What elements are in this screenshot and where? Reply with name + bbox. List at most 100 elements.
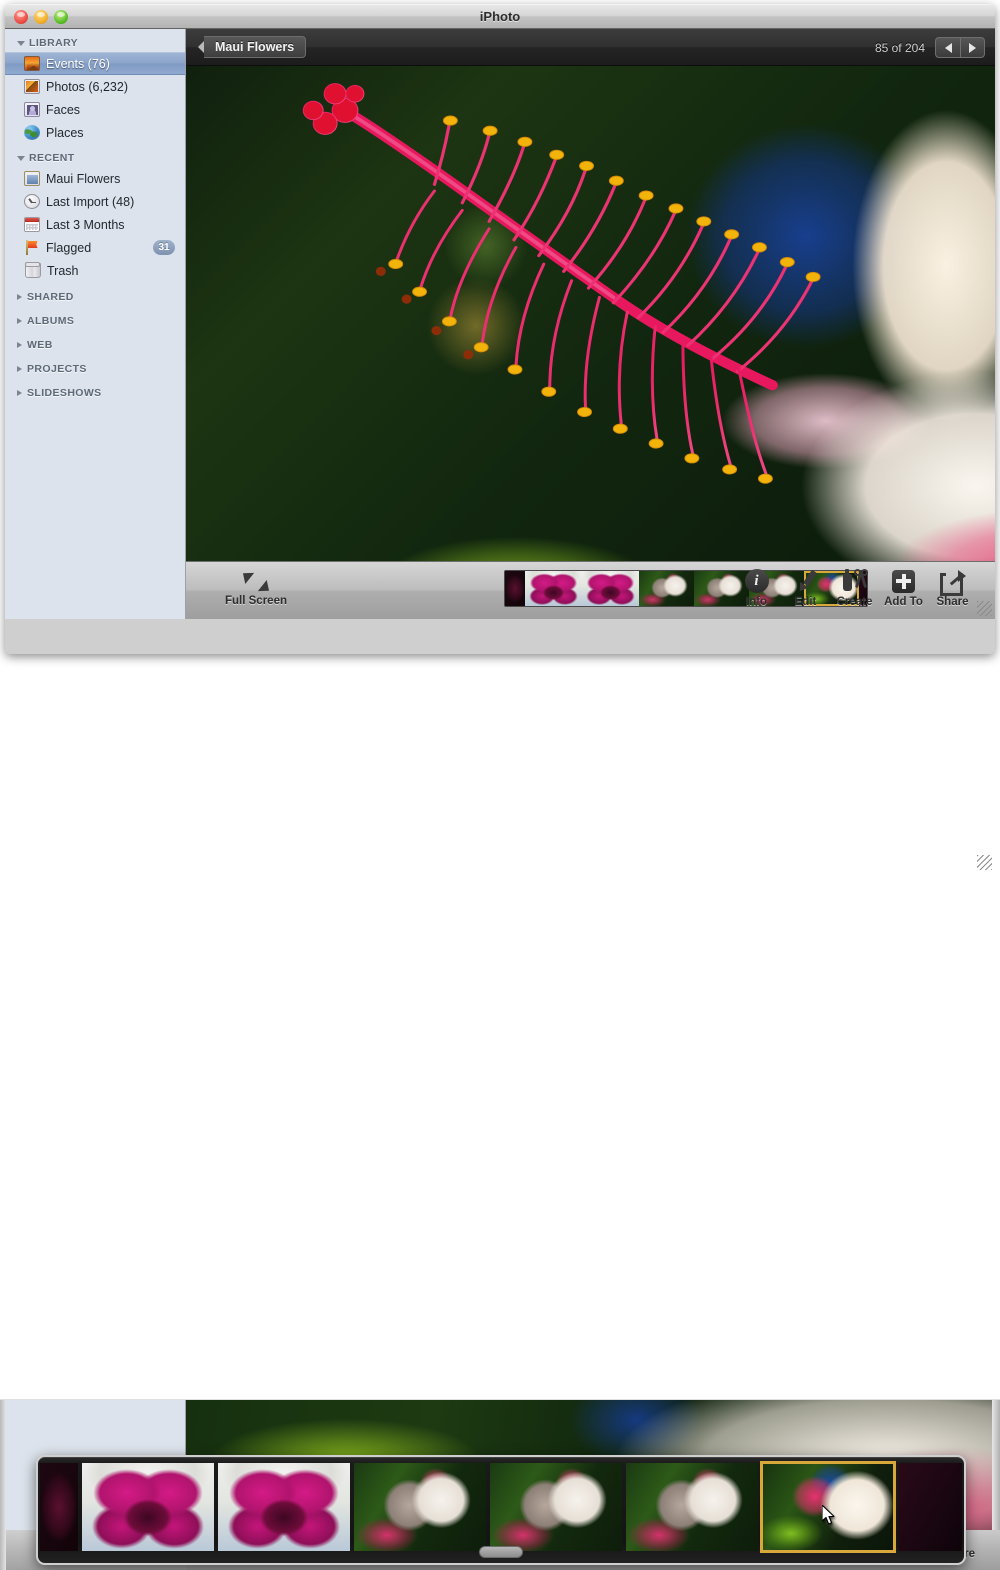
disclosure-triangle-icon[interactable] [17, 390, 22, 396]
next-photo-button[interactable] [960, 37, 985, 58]
filmstrip-thumbnail[interactable] [354, 1463, 486, 1551]
sidebar-item-last-import[interactable]: Last Import (48) [5, 190, 185, 213]
filmstrip-thumbnail[interactable] [505, 571, 525, 606]
fullscreen-icon [242, 571, 270, 593]
info-button[interactable]: i Info [732, 568, 781, 608]
sidebar-item-label: Faces [46, 102, 81, 117]
photo-viewer[interactable] [186, 66, 995, 561]
info-label: Info [745, 596, 768, 608]
edit-label: Edit [794, 596, 817, 608]
sidebar-item-trash[interactable]: Trash [5, 259, 185, 282]
filmstrip-thumbnail[interactable] [639, 571, 694, 606]
edit-button[interactable]: Edit [781, 568, 830, 608]
disclosure-triangle-icon[interactable] [17, 294, 22, 300]
places-icon [24, 125, 40, 140]
nav-right-group: 85 of 204 [875, 29, 985, 66]
sidebar-section-slideshows[interactable]: SLIDESHOWS [5, 384, 185, 402]
sidebar-item-label: Events (76) [46, 56, 110, 71]
create-button[interactable]: Create [830, 568, 879, 608]
detail-resize-grip [977, 855, 992, 870]
section-label: WEB [27, 339, 53, 351]
detail-callout: Full Screen Info Edit Create Add To Shar… [0, 700, 1000, 1570]
calendar-icon [24, 217, 40, 232]
sidebar-item-label: Places [46, 125, 84, 140]
share-label: Share [936, 596, 969, 608]
arrow-left-icon [944, 42, 952, 53]
content-area: Maui Flowers 85 of 204 Full Screen i Inf… [186, 29, 995, 619]
disclosure-triangle-icon[interactable] [17, 342, 22, 348]
filmstrip-thumbnail[interactable] [582, 571, 639, 606]
iphoto-window: iPhoto LIBRARY Events (76) Photos (6,232… [5, 4, 995, 654]
share-button[interactable]: Share [928, 568, 977, 608]
sidebar-item-faces[interactable]: Faces [5, 98, 185, 121]
filmstrip-thumbnail[interactable] [218, 1463, 350, 1551]
breadcrumb-event-button[interactable]: Maui Flowers [204, 36, 307, 58]
bottom-toolbar: Full Screen i Info Edit Create Add To Sh… [186, 561, 995, 619]
info-icon: i [744, 569, 769, 593]
filmstrip-thumbnail[interactable] [898, 1463, 962, 1551]
sidebar-item-label: Last 3 Months [46, 217, 125, 232]
add-to-label: Add To [884, 596, 923, 608]
clock-icon [24, 194, 40, 209]
sidebar-item-label: Trash [47, 263, 79, 278]
filmstrip-thumbnail[interactable] [82, 1463, 214, 1551]
events-icon [24, 56, 40, 71]
sidebar-section-recent[interactable]: RECENT [5, 149, 185, 167]
pencil-icon [794, 569, 818, 593]
prev-next-group [935, 37, 985, 58]
sidebar-item-last-3-months[interactable]: Last 3 Months [5, 213, 185, 236]
plus-icon [892, 569, 915, 593]
breadcrumb[interactable]: Maui Flowers [198, 36, 307, 58]
disclosure-triangle-icon[interactable] [17, 318, 22, 324]
arrow-right-icon [969, 42, 976, 53]
trash-icon [25, 262, 41, 278]
window-title: iPhoto [479, 9, 521, 24]
sidebar-section-library[interactable]: LIBRARY [5, 34, 185, 52]
sidebar-item-label: Photos (6,232) [46, 79, 128, 94]
previous-photo-button[interactable] [935, 37, 960, 58]
sidebar-section-shared[interactable]: SHARED [5, 288, 185, 306]
disclosure-triangle-icon[interactable] [17, 366, 22, 372]
sidebar-section-web[interactable]: WEB [5, 336, 185, 354]
title-bar[interactable]: iPhoto [5, 4, 995, 29]
filmstrip-scroll-handle[interactable] [479, 1546, 523, 1558]
section-label: ALBUMS [27, 315, 75, 327]
filmstrip-thumbnail[interactable] [626, 1463, 758, 1551]
disclosure-triangle-icon[interactable] [17, 156, 25, 161]
sidebar-item-events[interactable]: Events (76) [5, 52, 185, 75]
full-screen-label: Full Screen [225, 594, 287, 607]
sidebar-section-projects[interactable]: PROJECTS [5, 360, 185, 378]
event-icon [24, 171, 40, 186]
hibiscus-stamen-artwork [302, 83, 821, 484]
sidebar-section-albums[interactable]: ALBUMS [5, 312, 185, 330]
section-label: LIBRARY [29, 37, 79, 49]
sidebar-item-photos[interactable]: Photos (6,232) [5, 75, 185, 98]
sidebar[interactable]: LIBRARY Events (76) Photos (6,232) Faces… [5, 29, 186, 619]
sidebar-item-label: Maui Flowers [46, 171, 121, 186]
disclosure-triangle-icon[interactable] [17, 41, 25, 46]
share-icon [939, 570, 966, 596]
sidebar-item-flagged[interactable]: Flagged 31 [5, 236, 185, 259]
sidebar-item-label: Flagged [46, 240, 92, 255]
flag-icon [24, 240, 40, 255]
photos-icon [24, 79, 40, 94]
scissors-glue-icon [842, 569, 868, 593]
photo-counter: 85 of 204 [874, 40, 925, 55]
navigation-bar: Maui Flowers 85 of 204 [186, 29, 995, 66]
sidebar-item-label: Last Import (48) [46, 194, 135, 209]
faces-icon [24, 102, 40, 117]
sidebar-item-places[interactable]: Places [5, 121, 185, 144]
filmstrip-thumbnail[interactable] [525, 571, 582, 606]
filmstrip-thumbnail[interactable] [40, 1463, 78, 1551]
full-screen-button[interactable]: Full Screen [186, 571, 326, 607]
section-label: PROJECTS [27, 363, 87, 375]
filmstrip-thumbnail[interactable] [490, 1463, 622, 1551]
section-label: SLIDESHOWS [27, 387, 102, 399]
add-to-button[interactable]: Add To [879, 568, 928, 608]
sidebar-item-maui-flowers[interactable]: Maui Flowers [5, 167, 185, 190]
window-body: LIBRARY Events (76) Photos (6,232) Faces… [5, 29, 995, 619]
flagged-count-badge: 31 [153, 239, 175, 255]
resize-grip[interactable] [977, 601, 992, 616]
create-label: Create [836, 596, 873, 608]
section-label: SHARED [27, 291, 74, 303]
